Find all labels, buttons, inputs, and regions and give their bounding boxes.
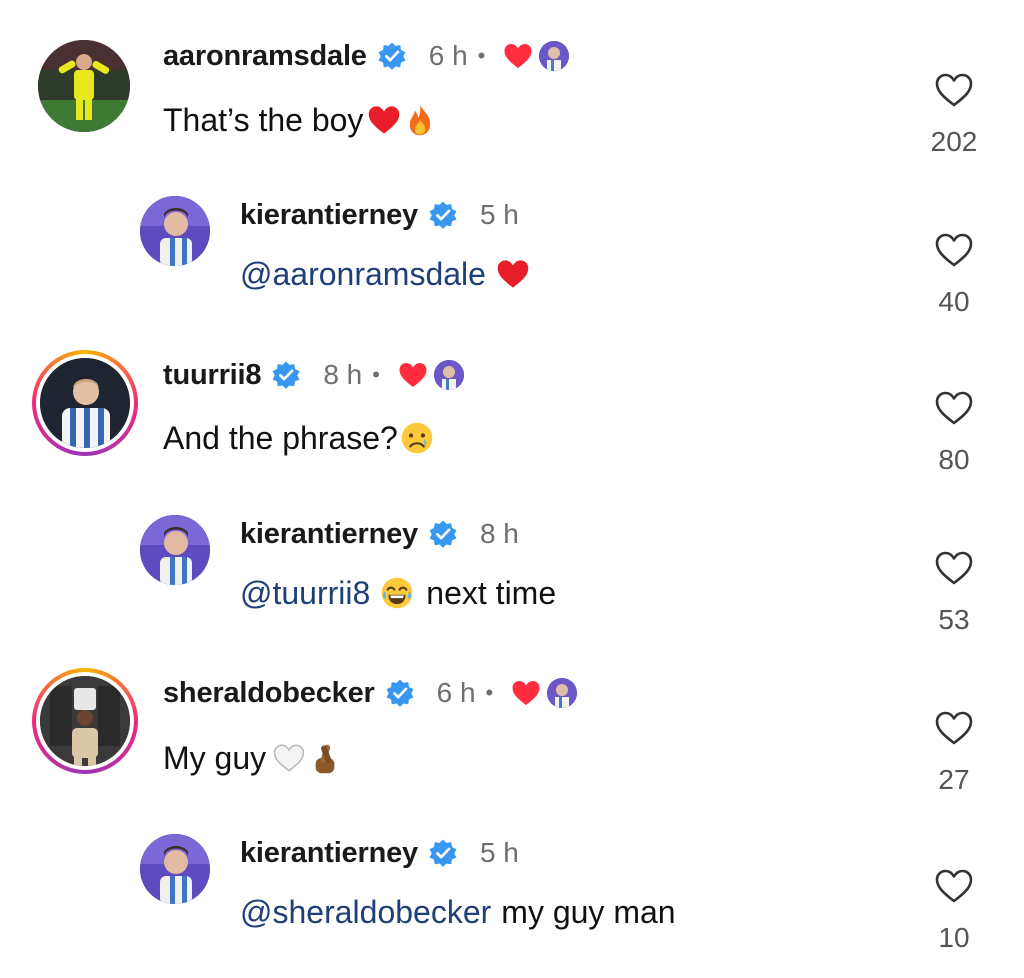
heart-outline-icon[interactable]	[934, 390, 974, 426]
avatar[interactable]	[140, 834, 210, 904]
comment-text: @aaronramsdale	[240, 252, 530, 296]
red-heart-emoji-icon	[369, 106, 400, 134]
creator-avatar	[433, 360, 464, 390]
comment-body: And the phrase?	[163, 419, 398, 456]
separator-dot: •	[477, 43, 486, 68]
timestamp: 8 h	[323, 359, 363, 390]
mention-link[interactable]: @sheraldobecker	[240, 894, 491, 931]
username[interactable]: aaronramsdale	[163, 40, 367, 73]
creator-avatar	[547, 678, 578, 708]
comment-text: That’s the boy	[163, 98, 437, 142]
comment-body: my guy man	[501, 893, 676, 930]
comment-body: next time	[426, 574, 557, 611]
heart-filled-icon	[512, 681, 540, 705]
avatar[interactable]	[40, 676, 130, 766]
verified-badge-icon	[429, 201, 457, 229]
like-count: 53	[938, 604, 970, 635]
avatar[interactable]	[140, 196, 210, 266]
username[interactable]: tuurrii8	[163, 359, 262, 392]
username[interactable]: kierantierney	[240, 199, 418, 232]
mention-link[interactable]: @tuurrii8	[240, 575, 370, 612]
verified-badge-icon	[429, 520, 457, 548]
mention-link[interactable]: @aaronramsdale	[240, 256, 486, 293]
white-heart-emoji-icon	[273, 744, 305, 772]
heart-outline-icon[interactable]	[934, 710, 974, 746]
comment-text: @tuurrii8 next time	[240, 571, 556, 615]
comment-text: @sheraldobecker my guy man	[240, 890, 676, 934]
verified-badge-icon	[272, 361, 300, 389]
verified-badge-icon	[386, 679, 414, 707]
heart-outline-icon[interactable]	[934, 232, 974, 268]
verified-badge-icon	[429, 839, 457, 867]
comment-body: My guy	[163, 739, 267, 776]
avatar[interactable]	[140, 515, 210, 585]
username[interactable]: kierantierney	[240, 518, 418, 551]
crying-face-emoji-icon	[401, 422, 433, 454]
heart-outline-icon[interactable]	[934, 868, 974, 904]
username[interactable]: sheraldobecker	[163, 677, 375, 710]
like-count: 80	[938, 444, 970, 475]
timestamp: 5 h	[479, 837, 519, 868]
like-count: 10	[938, 922, 970, 953]
separator-dot: •	[485, 680, 494, 705]
like-count: 40	[938, 286, 970, 317]
username[interactable]: kierantierney	[240, 837, 418, 870]
comment-text: And the phrase?	[163, 416, 434, 460]
heart-outline-icon[interactable]	[934, 72, 974, 108]
tears-of-joy-emoji-icon	[381, 577, 413, 609]
timestamp: 6 h	[428, 40, 468, 71]
fire-emoji-icon	[410, 104, 431, 136]
comment-text: My guy	[163, 736, 342, 780]
like-count: 202	[930, 126, 978, 157]
crossed-fingers-emoji-icon	[315, 744, 335, 774]
red-heart-emoji-icon	[497, 260, 529, 288]
timestamp: 5 h	[479, 199, 519, 230]
timestamp: 6 h	[436, 677, 476, 708]
creator-avatar	[539, 41, 570, 71]
comment-body: That’s the boy	[163, 101, 364, 138]
avatar[interactable]	[40, 358, 130, 448]
like-count: 27	[938, 764, 970, 795]
separator-dot: •	[372, 362, 380, 387]
avatar[interactable]	[38, 40, 130, 132]
heart-filled-icon	[504, 44, 532, 68]
heart-outline-icon[interactable]	[934, 550, 974, 586]
timestamp: 8 h	[479, 518, 519, 549]
verified-badge-icon	[378, 42, 406, 70]
heart-filled-icon	[399, 363, 427, 387]
